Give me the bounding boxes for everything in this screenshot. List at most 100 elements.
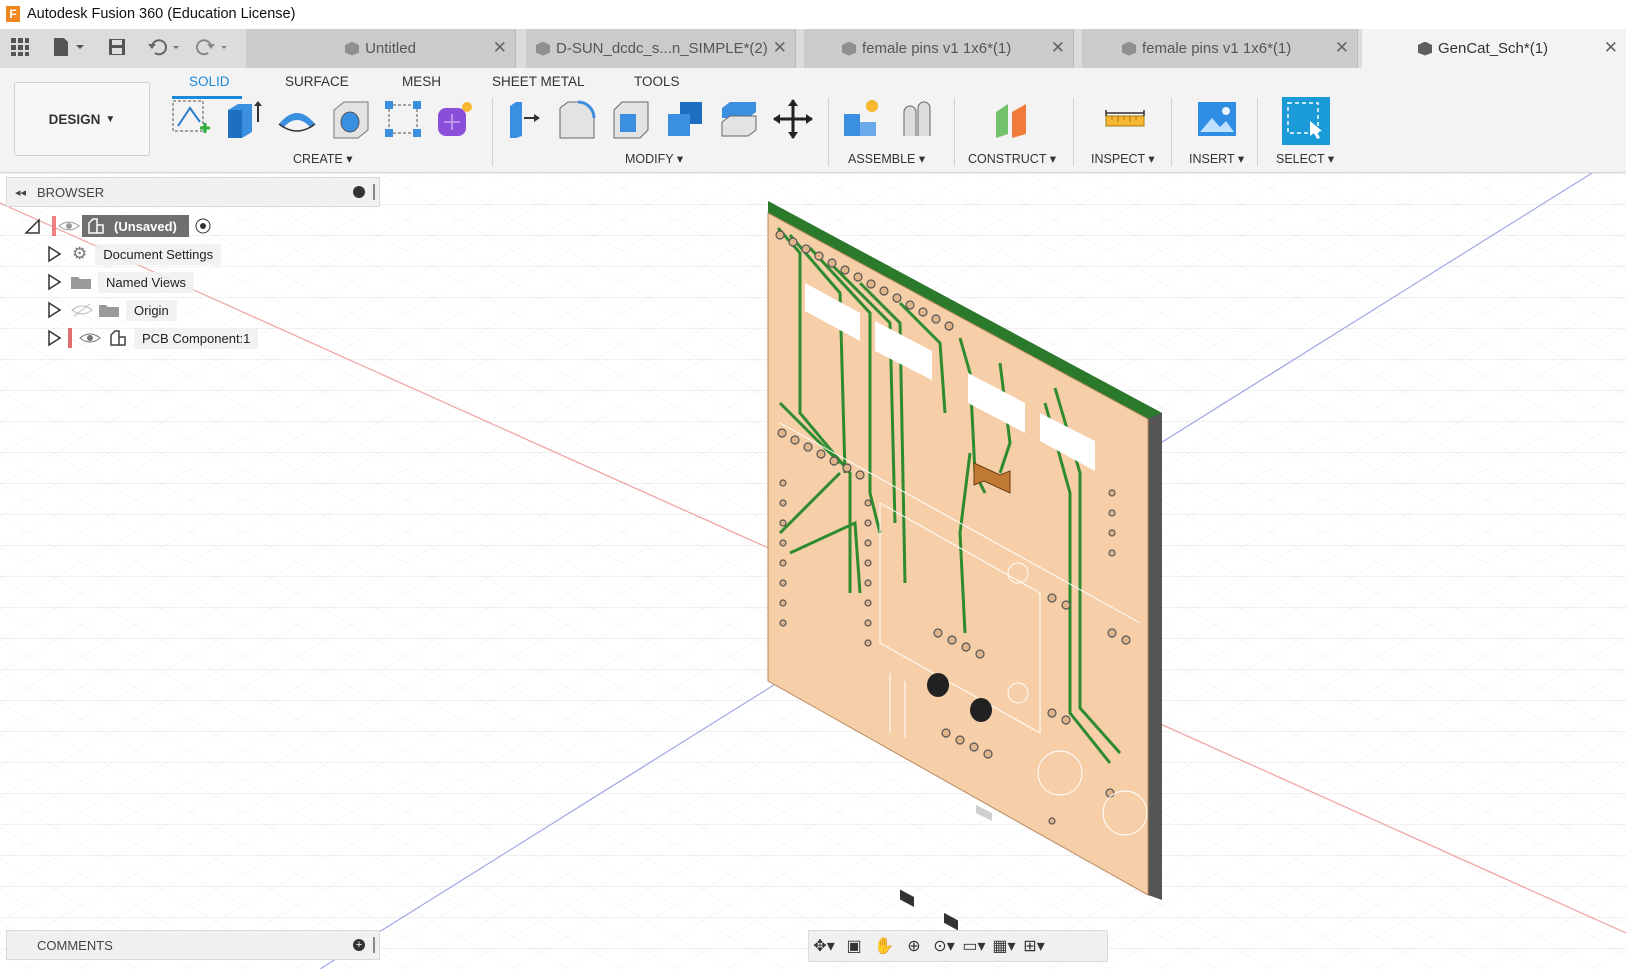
zoom-icon[interactable]: ⊕: [899, 936, 929, 956]
divider: [1257, 98, 1258, 166]
tab-female-pins-2[interactable]: female pins v1 1x6*(1) ✕: [1082, 29, 1358, 68]
folder-icon: [99, 305, 119, 317]
tab-sheet-metal[interactable]: SHEET METAL: [492, 74, 585, 89]
fusion-logo-icon: F: [6, 6, 20, 22]
tab-untitled[interactable]: Untitled ✕: [246, 29, 516, 68]
save-icon[interactable]: [107, 37, 127, 59]
display-settings-icon[interactable]: ▭▾: [959, 936, 989, 956]
tab-solid[interactable]: SOLID: [189, 74, 230, 89]
offset-plane-icon[interactable]: [992, 98, 1032, 140]
pattern-icon[interactable]: [382, 98, 422, 140]
joint-icon[interactable]: [896, 98, 936, 140]
tab-mesh[interactable]: MESH: [402, 74, 441, 89]
extrude-icon[interactable]: [222, 98, 262, 140]
group-label: INSERT: [1189, 152, 1235, 166]
tab-female-pins-1[interactable]: female pins v1 1x6*(1) ✕: [804, 29, 1074, 68]
close-icon[interactable]: ✕: [773, 38, 787, 58]
modify-menu[interactable]: MODIFY ▾: [625, 151, 683, 166]
add-comment-icon[interactable]: +: [353, 939, 365, 951]
construct-menu[interactable]: CONSTRUCT ▾: [968, 151, 1056, 166]
create-sketch-icon[interactable]: [170, 98, 210, 140]
window-title: Autodesk Fusion 360 (Education License): [27, 6, 296, 22]
select-tool[interactable]: [1282, 97, 1330, 145]
fit-zoom-icon[interactable]: ⊙▾: [929, 936, 959, 956]
expand-triangle-icon[interactable]: [46, 245, 62, 263]
expand-triangle-icon[interactable]: [46, 301, 62, 319]
title-bar: F Autodesk Fusion 360 (Education License…: [0, 0, 1626, 29]
divider: [1073, 98, 1074, 166]
tab-label: GenCat_Sch*(1): [1438, 40, 1549, 57]
hole-icon[interactable]: [330, 98, 370, 140]
close-icon[interactable]: ✕: [1051, 38, 1065, 58]
document-icon: [1418, 41, 1432, 56]
collapse-triangle-icon[interactable]: [22, 216, 42, 236]
look-at-icon[interactable]: ▣: [839, 936, 869, 956]
mounting-hole: [927, 673, 949, 697]
browser-panel-header[interactable]: ◂◂ BROWSER: [6, 177, 380, 207]
insert-menu[interactable]: INSERT ▾: [1189, 151, 1244, 166]
expand-triangle-icon[interactable]: [46, 329, 62, 347]
create-form-icon[interactable]: [434, 98, 474, 140]
browser-title: BROWSER: [37, 185, 105, 200]
visibility-eye-icon[interactable]: [78, 330, 102, 346]
close-icon[interactable]: ✕: [1335, 38, 1349, 58]
tree-item-label: Origin: [126, 299, 177, 321]
close-icon[interactable]: ✕: [493, 38, 507, 58]
file-menu-icon[interactable]: [52, 37, 86, 59]
comments-panel-header[interactable]: COMMENTS +: [6, 930, 380, 960]
new-component-icon[interactable]: [840, 98, 880, 140]
tab-gencat-sch[interactable]: GenCat_Sch*(1) ✕: [1362, 29, 1626, 68]
create-menu[interactable]: CREATE ▾: [293, 151, 353, 166]
panel-resize-handle[interactable]: [373, 184, 375, 200]
assemble-menu[interactable]: ASSEMBLE ▾: [848, 151, 925, 166]
panel-resize-handle[interactable]: [373, 937, 375, 953]
grid-settings-icon[interactable]: ▦▾: [989, 936, 1019, 956]
group-label: INSPECT: [1091, 152, 1145, 166]
tree-item-origin[interactable]: Origin: [22, 296, 258, 324]
fillet-icon[interactable]: [556, 98, 596, 140]
select-cursor-icon: [1287, 102, 1322, 139]
orbit-icon[interactable]: ✥▾: [809, 936, 839, 956]
minimize-icon[interactable]: [353, 186, 365, 198]
tree-root[interactable]: (Unsaved): [22, 212, 258, 240]
group-label: ASSEMBLE: [848, 152, 916, 166]
visibility-eye-icon[interactable]: [56, 217, 82, 235]
apps-grid-icon[interactable]: [10, 37, 30, 59]
tree-item-pcb-component[interactable]: PCB Component:1: [22, 324, 259, 352]
inspect-menu[interactable]: INSPECT ▾: [1091, 151, 1155, 166]
tree-item-label: Document Settings: [95, 243, 222, 265]
tab-tools[interactable]: TOOLS: [634, 74, 680, 89]
comments-title: COMMENTS: [37, 938, 113, 953]
collapse-panel-icon[interactable]: ◂◂: [15, 186, 26, 199]
divider: [1171, 98, 1172, 166]
offset-face-icon[interactable]: [718, 98, 758, 140]
caret-down-icon: ▼: [105, 113, 116, 125]
insert-image-icon[interactable]: [1196, 98, 1236, 140]
close-icon[interactable]: ✕: [1604, 38, 1618, 58]
hidden-eye-icon[interactable]: [70, 302, 94, 318]
tree-item-named-views[interactable]: Named Views: [22, 268, 258, 296]
undo-icon[interactable]: [147, 37, 183, 59]
pan-hand-icon[interactable]: ✋: [869, 936, 899, 956]
redo-icon[interactable]: [195, 37, 231, 59]
root-component[interactable]: (Unsaved): [82, 215, 189, 237]
group-label: CONSTRUCT: [968, 152, 1047, 166]
combine-icon[interactable]: [664, 98, 704, 140]
workspace-switcher[interactable]: DESIGN ▼: [14, 82, 150, 156]
mounting-hole: [970, 698, 992, 722]
viewports-icon[interactable]: ⊞▾: [1019, 936, 1049, 956]
select-menu[interactable]: SELECT ▾: [1276, 151, 1334, 166]
tree-item-document-settings[interactable]: ⚙ Document Settings: [22, 240, 258, 268]
activate-radio-icon[interactable]: [189, 216, 217, 236]
tab-dsun-dcdc[interactable]: D-SUN_dcdc_s...n_SIMPLE*(2) ✕: [526, 29, 796, 68]
browser-tree: (Unsaved) ⚙ Document Settings Named View…: [22, 212, 259, 352]
move-icon[interactable]: [772, 98, 813, 140]
measure-icon[interactable]: [1104, 98, 1145, 140]
revolve-icon[interactable]: [276, 98, 316, 140]
expand-triangle-icon[interactable]: [46, 273, 62, 291]
tab-surface[interactable]: SURFACE: [285, 74, 349, 89]
divider: [492, 98, 493, 166]
press-pull-icon[interactable]: [504, 98, 544, 140]
tab-label: female pins v1 1x6*(1): [862, 40, 1012, 57]
shell-icon[interactable]: [610, 98, 650, 140]
